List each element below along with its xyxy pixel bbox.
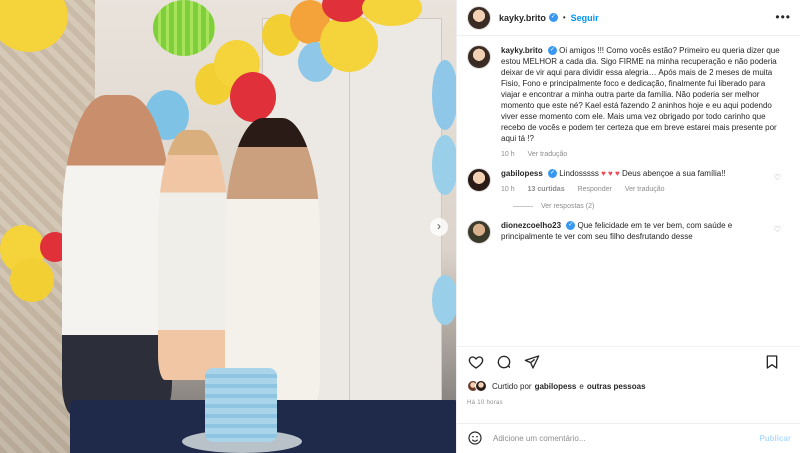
- woman: [225, 118, 320, 408]
- man: [62, 95, 172, 415]
- comment-username[interactable]: gabilopess: [501, 169, 543, 178]
- follow-button[interactable]: Seguir: [571, 13, 599, 23]
- birthday-cake: [205, 368, 277, 442]
- view-replies[interactable]: Ver respostas (2): [513, 203, 791, 210]
- comment-likes[interactable]: 13 curtidas: [528, 184, 565, 195]
- balloon-blue: [432, 60, 456, 130]
- next-photo-icon[interactable]: ›: [430, 218, 448, 236]
- heart-icon[interactable]: ♡: [774, 225, 781, 234]
- post-header: kayky.brito ✓ • Seguir •••: [457, 0, 800, 36]
- caption: kayky.brito ✓ Oi amigos !!! Como vocês e…: [467, 45, 791, 160]
- verified-icon: ✓: [548, 13, 558, 22]
- publish-button[interactable]: Publicar: [759, 434, 791, 443]
- avatar[interactable]: [467, 220, 491, 244]
- verified-icon: ✓: [566, 221, 576, 231]
- comment: gabilopess ✓ Lindosssss ♥ ♥ ♥ Deus abenç…: [467, 168, 791, 195]
- balloon-yellow: [320, 14, 378, 72]
- liked-user[interactable]: gabilopess: [535, 382, 577, 391]
- add-comment-bar: Adicione um comentário... Publicar: [457, 423, 800, 453]
- avatar[interactable]: [467, 168, 491, 192]
- comment-icon[interactable]: [495, 353, 513, 371]
- emoji-icon[interactable]: [467, 430, 483, 448]
- balloon-yellow: [10, 258, 54, 302]
- dot-separator: •: [562, 13, 566, 22]
- caption-username[interactable]: kayky.brito: [501, 46, 543, 55]
- avatar[interactable]: [475, 380, 487, 392]
- reply-button[interactable]: Responder: [578, 184, 612, 195]
- verified-icon: ✓: [547, 46, 557, 56]
- red-hearts: ♥ ♥ ♥: [601, 169, 620, 178]
- comment-text: Deus abençoe a sua família!!: [622, 169, 726, 178]
- comment-text: Lindosssss: [559, 169, 599, 178]
- balloon-blue: [432, 135, 456, 195]
- comment: dionezcoelho23 ✓ Que felicidade em te ve…: [467, 220, 791, 244]
- heart-icon[interactable]: [467, 353, 485, 371]
- action-bar: [457, 346, 800, 376]
- share-icon[interactable]: [523, 353, 541, 371]
- heart-icon[interactable]: ♡: [774, 173, 781, 182]
- comment-time[interactable]: 10 h: [501, 184, 515, 195]
- liked-mid: e: [579, 381, 584, 391]
- avatar[interactable]: [467, 5, 491, 30]
- post-photo[interactable]: ›: [0, 0, 456, 453]
- divider: [513, 206, 533, 207]
- translate-link[interactable]: Ver tradução: [528, 149, 568, 160]
- view-replies-label[interactable]: Ver respostas (2): [541, 203, 594, 210]
- balloon-blue: [432, 275, 456, 325]
- child: [158, 130, 228, 380]
- comments-list[interactable]: kayky.brito ✓ Oi amigos !!! Como vocês e…: [457, 37, 800, 343]
- post-time[interactable]: Há 10 horas: [467, 400, 503, 406]
- comment-input[interactable]: Adicione um comentário...: [493, 434, 759, 443]
- more-icon[interactable]: •••: [775, 10, 791, 24]
- translate-link[interactable]: Ver tradução: [625, 184, 665, 195]
- post-panel: kayky.brito ✓ • Seguir ••• kayky.brito ✓…: [456, 0, 800, 453]
- avatar[interactable]: [467, 45, 491, 69]
- author-username[interactable]: kayky.brito: [499, 13, 546, 23]
- green-lantern: [153, 0, 215, 56]
- caption-time[interactable]: 10 h: [501, 149, 515, 160]
- bookmark-icon[interactable]: [763, 353, 781, 371]
- liked-prefix: Curtido por: [492, 381, 532, 391]
- balloon-red: [230, 72, 276, 122]
- liked-others[interactable]: outras pessoas: [587, 382, 646, 391]
- verified-icon: ✓: [548, 169, 558, 179]
- caption-text: Oi amigos !!! Como vocês estão? Primeiro…: [501, 46, 780, 143]
- liked-by: Curtido por gabilopess e outras pessoas: [467, 380, 646, 392]
- comment-username[interactable]: dionezcoelho23: [501, 221, 561, 230]
